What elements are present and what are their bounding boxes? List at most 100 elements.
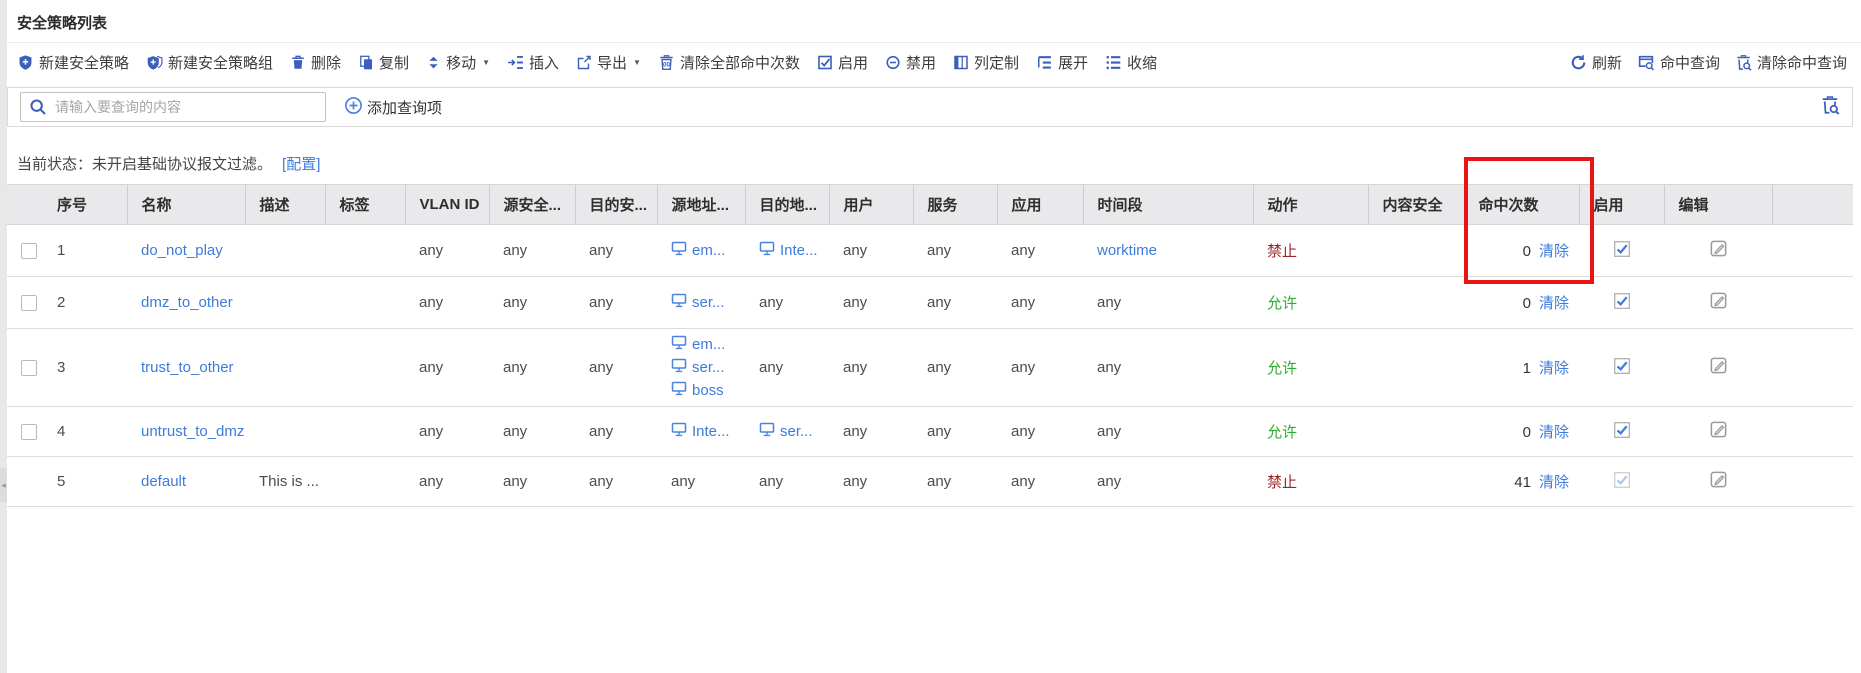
hit-count-cell: 0清除: [1464, 277, 1579, 329]
enable-checkbox[interactable]: [1613, 362, 1631, 379]
edit-button[interactable]: [1709, 362, 1728, 379]
disable-button[interactable]: 禁用: [885, 52, 936, 73]
clear-hits-link[interactable]: 清除: [1539, 474, 1569, 491]
vlan-cell: any: [405, 457, 489, 507]
search-input[interactable]: [20, 92, 326, 122]
collapse-button[interactable]: 收缩: [1105, 52, 1157, 73]
seq-cell: 4: [43, 407, 127, 457]
host-monitor-icon: [671, 358, 687, 377]
table-row: 4 untrust_to_dmz any any any Inte... ser…: [7, 407, 1853, 457]
chevron-left-icon: ◂: [1, 480, 6, 491]
address-link[interactable]: ser...: [692, 294, 725, 311]
header-tag: 标签: [325, 185, 405, 225]
clear-all-hits-button[interactable]: 00 清除全部命中次数: [658, 52, 800, 73]
address-link[interactable]: Inte...: [692, 423, 730, 440]
clear-query-icon-button[interactable]: [1820, 95, 1840, 120]
edit-button[interactable]: [1709, 297, 1728, 314]
enable-checkbox-disabled: [1613, 476, 1631, 493]
new-policy-button[interactable]: 新建安全策略: [17, 52, 129, 73]
policy-name-link[interactable]: dmz_to_other: [141, 294, 233, 311]
query-bar: 添加查询项: [7, 87, 1853, 127]
description-cell: [245, 277, 325, 329]
expand-button[interactable]: 展开: [1036, 52, 1088, 73]
hit-count-cell: 41清除: [1464, 457, 1579, 507]
dst-address-cell: Inte...: [745, 225, 829, 277]
expand-tree-icon: [1036, 54, 1053, 71]
row-checkbox[interactable]: [21, 424, 37, 440]
host-monitor-icon: [671, 241, 687, 260]
seq-cell: 3: [43, 329, 127, 407]
time-range-link[interactable]: worktime: [1097, 242, 1157, 259]
header-edit: 编辑: [1664, 185, 1772, 225]
edit-button[interactable]: [1709, 476, 1728, 493]
enable-checkbox[interactable]: [1613, 245, 1631, 262]
page-title: 安全策略列表: [7, 0, 1861, 33]
address-link[interactable]: em...: [692, 242, 725, 259]
refresh-icon: [1570, 54, 1587, 71]
policy-name-link[interactable]: trust_to_other: [141, 359, 234, 376]
clear-hits-link[interactable]: 清除: [1539, 295, 1569, 312]
insert-button[interactable]: 插入: [507, 52, 559, 73]
vlan-cell: any: [405, 407, 489, 457]
host-monitor-icon: [759, 422, 775, 441]
address-link[interactable]: ser...: [780, 423, 813, 440]
panel-collapse-handle[interactable]: ◂: [0, 468, 7, 502]
application-cell: any: [997, 407, 1083, 457]
enable-checkbox[interactable]: [1613, 426, 1631, 443]
application-cell: any: [997, 329, 1083, 407]
vlan-cell: any: [405, 225, 489, 277]
content-security-cell: [1368, 225, 1464, 277]
column-customize-button[interactable]: 列定制: [953, 52, 1019, 73]
edit-button[interactable]: [1709, 245, 1728, 262]
service-cell: any: [913, 225, 997, 277]
row-checkbox[interactable]: [21, 295, 37, 311]
action-cell: 禁止: [1253, 225, 1368, 277]
refresh-button[interactable]: 刷新: [1570, 52, 1622, 73]
content-security-cell: [1368, 277, 1464, 329]
filler-cell: [1772, 457, 1853, 507]
seq-cell: 5: [43, 457, 127, 507]
dropdown-caret-icon: ▼: [482, 58, 490, 67]
edit-button[interactable]: [1709, 426, 1728, 443]
src-zone-cell: any: [489, 329, 575, 407]
action-cell: 允许: [1253, 277, 1368, 329]
delete-button[interactable]: 删除: [290, 52, 341, 73]
move-button[interactable]: 移动▼: [426, 52, 490, 73]
clear-hits-link[interactable]: 清除: [1539, 360, 1569, 377]
table-row: 2 dmz_to_other any any any ser... any an…: [7, 277, 1853, 329]
address-link[interactable]: em...: [692, 336, 725, 353]
policy-name-link[interactable]: do_not_play: [141, 242, 223, 259]
clear-hits-link[interactable]: 清除: [1539, 424, 1569, 441]
header-src-address: 源地址...: [657, 185, 745, 225]
filler-cell: [1772, 277, 1853, 329]
time-range-cell: any: [1083, 407, 1253, 457]
add-query-item-button[interactable]: 添加查询项: [344, 96, 442, 119]
dst-zone-cell: any: [575, 457, 657, 507]
clear-hits-link[interactable]: 清除: [1539, 243, 1569, 260]
time-range-cell: any: [1083, 329, 1253, 407]
configure-link[interactable]: [配置]: [282, 153, 320, 174]
hit-query-button[interactable]: 命中查询: [1637, 52, 1720, 73]
src-address-cell: em... ser... boss: [657, 329, 745, 407]
enable-button[interactable]: 启用: [817, 52, 868, 73]
description-cell: This is ...: [245, 457, 325, 507]
clear-hit-query-button[interactable]: 清除命中查询: [1735, 52, 1847, 73]
header-service: 服务: [913, 185, 997, 225]
header-vlan-id: VLAN ID: [405, 185, 489, 225]
search-icon: [29, 98, 47, 121]
policy-name-link[interactable]: untrust_to_dmz: [141, 423, 244, 440]
header-dst-zone: 目的安...: [575, 185, 657, 225]
row-checkbox[interactable]: [21, 360, 37, 376]
address-link[interactable]: ser...: [692, 359, 725, 376]
dst-zone-cell: any: [575, 407, 657, 457]
host-monitor-icon: [671, 335, 687, 354]
enable-checkbox[interactable]: [1613, 297, 1631, 314]
header-select: [7, 185, 43, 225]
address-link[interactable]: Inte...: [780, 242, 818, 259]
export-button[interactable]: 导出▼: [576, 52, 641, 73]
copy-button[interactable]: 复制: [358, 52, 409, 73]
address-link[interactable]: boss: [692, 382, 724, 399]
new-policy-group-button[interactable]: 新建安全策略组: [146, 52, 273, 73]
row-checkbox[interactable]: [21, 243, 37, 259]
policy-name-link[interactable]: default: [141, 473, 186, 490]
